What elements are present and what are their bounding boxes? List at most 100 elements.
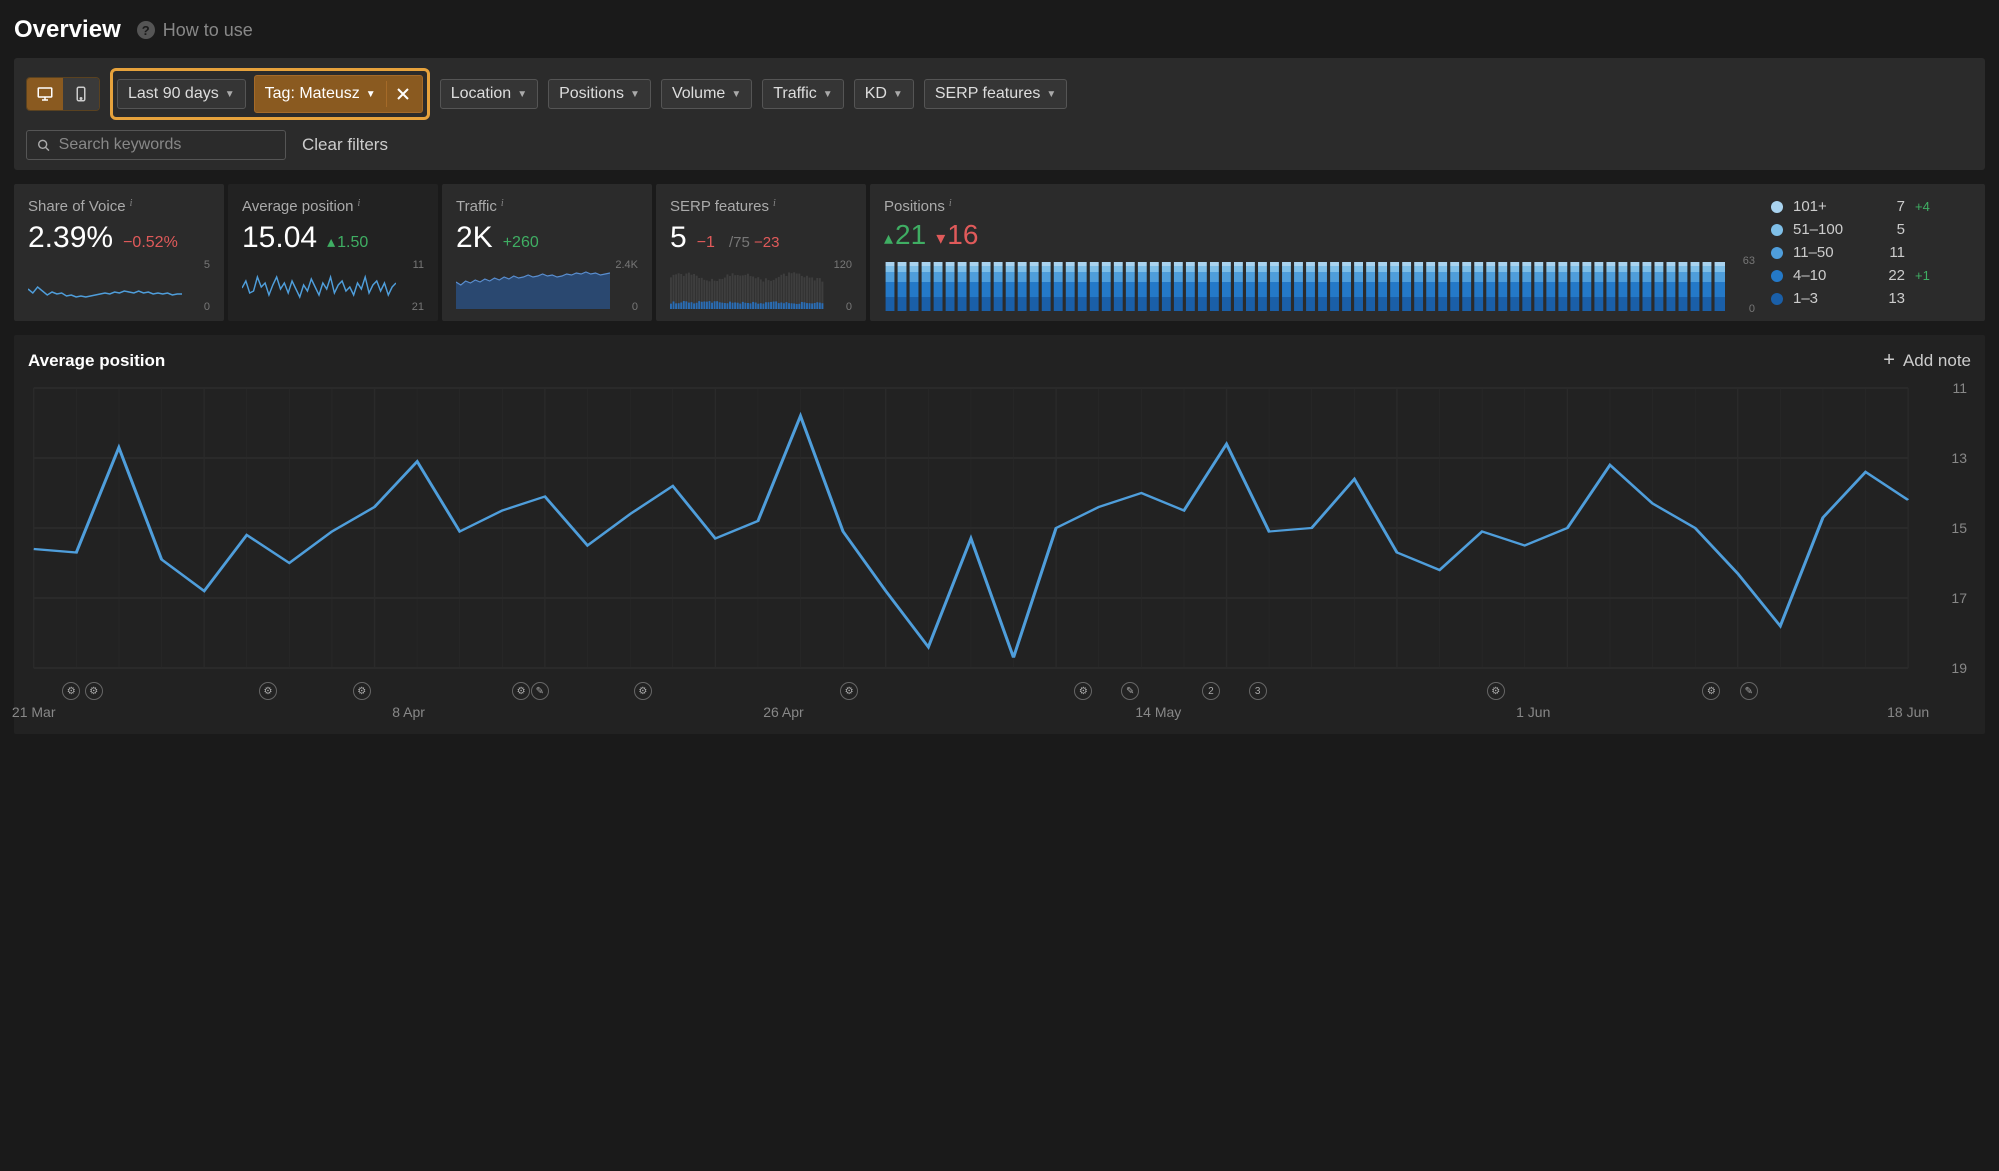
y-axis-tick: 11 bbox=[1952, 380, 1967, 396]
highlighted-filters: Last 90 days ▼ Tag: Mateusz ▼ bbox=[110, 68, 430, 120]
note-marker[interactable]: ⚙ bbox=[1702, 682, 1720, 700]
page-title: Overview bbox=[14, 16, 121, 44]
legend-label: 11–50 bbox=[1793, 244, 1865, 261]
legend-label: 4–10 bbox=[1793, 267, 1865, 284]
avg-sparkline bbox=[242, 263, 396, 309]
main-chart-panel: Average position + Add note 11 13 15 17 19 ⚙… bbox=[14, 335, 1985, 734]
note-marker[interactable]: ⚙ bbox=[840, 682, 858, 700]
chevron-down-icon: ▼ bbox=[366, 89, 376, 100]
info-icon: i bbox=[130, 198, 133, 209]
legend-row[interactable]: 11–5011 bbox=[1771, 244, 1971, 261]
kd-filter[interactable]: KD▼ bbox=[854, 79, 914, 109]
how-to-use-link[interactable]: ? How to use bbox=[137, 20, 253, 41]
avg-delta: 1.50 bbox=[327, 232, 368, 252]
info-icon: i bbox=[949, 198, 952, 209]
traffic-value: 2K bbox=[456, 221, 493, 255]
desktop-icon bbox=[36, 85, 54, 103]
note-marker[interactable]: ⚙ bbox=[353, 682, 371, 700]
tag-filter[interactable]: Tag: Mateusz ▼ bbox=[254, 75, 423, 113]
legend-label: 1–3 bbox=[1793, 290, 1865, 307]
y-axis-tick: 13 bbox=[1951, 450, 1967, 466]
device-toggle bbox=[26, 77, 100, 111]
note-marker[interactable]: ⚙ bbox=[512, 682, 530, 700]
note-marker[interactable]: ⚙ bbox=[1074, 682, 1092, 700]
legend-value: 22 bbox=[1875, 267, 1905, 284]
legend-row[interactable]: 4–10 22 +1 bbox=[1771, 267, 1971, 284]
note-marker[interactable]: ⚙ bbox=[62, 682, 80, 700]
y-axis-tick: 19 bbox=[1951, 660, 1967, 676]
date-range-filter[interactable]: Last 90 days ▼ bbox=[117, 79, 246, 109]
note-marker[interactable]: 2 bbox=[1202, 682, 1220, 700]
note-marker[interactable]: ⚙ bbox=[634, 682, 652, 700]
serp-features-card[interactable]: SERP featuresi 5 −1 /75 −23 120 0 bbox=[656, 184, 866, 321]
legend-label: 101+ bbox=[1793, 198, 1865, 215]
filter-panel: Last 90 days ▼ Tag: Mateusz ▼ Location▼ … bbox=[14, 58, 1985, 170]
avg-value: 15.04 bbox=[242, 221, 317, 255]
positions-card[interactable]: Positionsi 21 16 63 0 101+7+451–100511–5… bbox=[870, 184, 1985, 321]
y-axis-tick: 15 bbox=[1951, 520, 1967, 536]
positions-down: 16 bbox=[936, 219, 978, 251]
legend-delta: +4 bbox=[1915, 199, 1930, 214]
device-mobile-button[interactable] bbox=[63, 78, 99, 110]
info-icon: i bbox=[773, 198, 776, 209]
swatch-icon bbox=[1771, 224, 1783, 236]
chevron-down-icon: ▼ bbox=[823, 89, 833, 100]
search-input[interactable] bbox=[59, 136, 275, 154]
chevron-down-icon: ▼ bbox=[731, 89, 741, 100]
x-axis-tick: 26 Apr bbox=[763, 704, 803, 720]
note-marker[interactable]: ⚙ bbox=[259, 682, 277, 700]
positions-legend: 101+7+4 51–100 5 11–5011 4–10 22 +1 1–313 bbox=[1771, 198, 1971, 311]
device-desktop-button[interactable] bbox=[27, 78, 63, 110]
traffic-delta: +260 bbox=[503, 234, 539, 252]
legend-row[interactable]: 1–313 bbox=[1771, 290, 1971, 307]
info-icon: i bbox=[501, 198, 504, 209]
x-axis-tick: 18 Jun bbox=[1887, 704, 1929, 720]
x-axis-tick: 1 Jun bbox=[1516, 704, 1550, 720]
location-filter[interactable]: Location▼ bbox=[440, 79, 538, 109]
note-marker[interactable]: ⚙ bbox=[1487, 682, 1505, 700]
traffic-filter[interactable]: Traffic▼ bbox=[762, 79, 843, 109]
swatch-icon bbox=[1771, 270, 1783, 282]
positions-filter[interactable]: Positions▼ bbox=[548, 79, 651, 109]
note-marker[interactable]: ✎ bbox=[1121, 682, 1139, 700]
note-markers-row: ⚙⚙⚙⚙⚙✎⚙⚙⚙✎23⚙⚙✎ bbox=[28, 682, 1971, 702]
main-chart-title: Average position bbox=[28, 351, 165, 371]
note-marker[interactable]: 3 bbox=[1249, 682, 1267, 700]
note-marker[interactable]: ✎ bbox=[531, 682, 549, 700]
search-keywords-box bbox=[26, 130, 286, 160]
legend-delta: +1 bbox=[1915, 268, 1930, 283]
date-range-label: Last 90 days bbox=[128, 85, 219, 103]
chevron-down-icon: ▼ bbox=[1046, 89, 1056, 100]
how-to-use-label: How to use bbox=[163, 20, 253, 41]
average-position-chart bbox=[28, 378, 1971, 678]
chevron-down-icon: ▼ bbox=[225, 89, 235, 100]
legend-value: 5 bbox=[1875, 221, 1905, 238]
traffic-sparkline bbox=[456, 263, 610, 309]
legend-row[interactable]: 101+7+4 bbox=[1771, 198, 1971, 215]
mobile-icon bbox=[72, 85, 90, 103]
serp-sparkline bbox=[670, 263, 824, 309]
plus-icon: + bbox=[1883, 349, 1895, 372]
note-marker[interactable]: ⚙ bbox=[85, 682, 103, 700]
main-chart-area: 11 13 15 17 19 bbox=[28, 378, 1971, 678]
legend-label: 51–100 bbox=[1793, 221, 1865, 238]
traffic-card[interactable]: Traffici 2K +260 2.4K 0 bbox=[442, 184, 652, 321]
serp-features-filter[interactable]: SERP features▼ bbox=[924, 79, 1067, 109]
share-of-voice-card[interactable]: Share of Voicei 2.39% −0.52% 5 0 bbox=[14, 184, 224, 321]
note-marker[interactable]: ✎ bbox=[1740, 682, 1758, 700]
close-icon bbox=[396, 87, 410, 101]
clear-tag-icon[interactable] bbox=[386, 81, 412, 107]
add-note-button[interactable]: + Add note bbox=[1883, 349, 1971, 372]
x-axis-tick: 8 Apr bbox=[392, 704, 425, 720]
volume-filter[interactable]: Volume▼ bbox=[661, 79, 752, 109]
x-axis-tick: 21 Mar bbox=[12, 704, 56, 720]
serp-delta: −1 bbox=[697, 234, 715, 252]
y-axis-tick: 17 bbox=[1951, 590, 1967, 606]
average-position-card[interactable]: Average positioni 15.04 1.50 11 21 bbox=[228, 184, 438, 321]
swatch-icon bbox=[1771, 247, 1783, 259]
x-axis-ticks: 21 Mar8 Apr26 Apr14 May1 Jun18 Jun bbox=[28, 704, 1971, 726]
legend-row[interactable]: 51–100 5 bbox=[1771, 221, 1971, 238]
metric-cards-row: Share of Voicei 2.39% −0.52% 5 0 Average… bbox=[14, 184, 1985, 321]
clear-filters-link[interactable]: Clear filters bbox=[296, 135, 388, 155]
chevron-down-icon: ▼ bbox=[893, 89, 903, 100]
